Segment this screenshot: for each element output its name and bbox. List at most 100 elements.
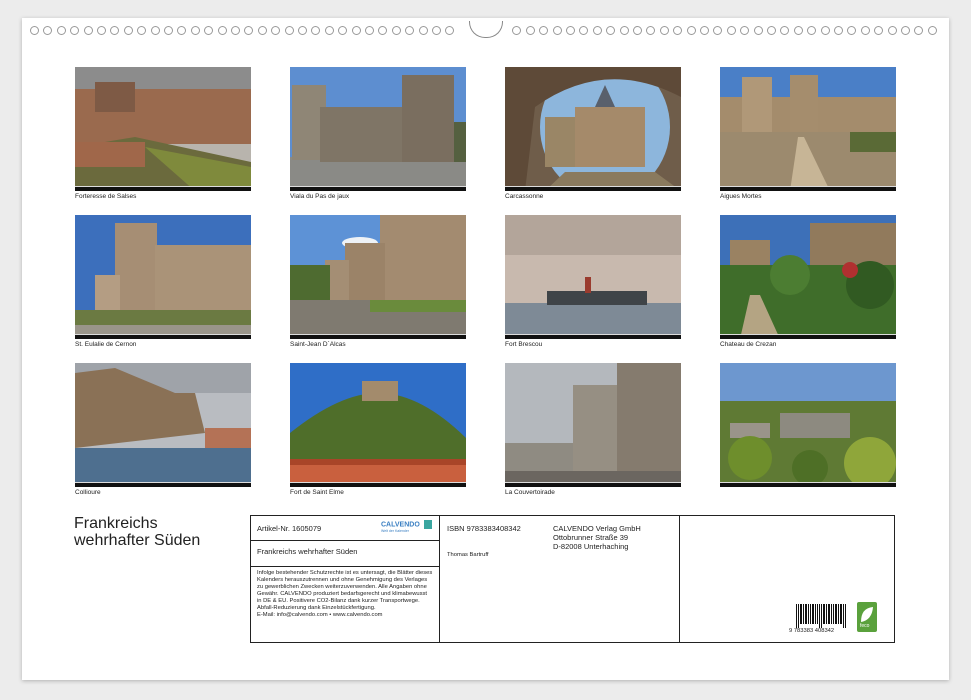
binding-hole	[231, 26, 240, 35]
binding-hole	[512, 26, 522, 35]
binding-hole	[726, 26, 736, 35]
binding-hole	[646, 26, 656, 35]
binding-hole	[83, 26, 93, 35]
binding-hole	[244, 26, 254, 35]
photo-caption: Fort de Saint Elme	[290, 489, 344, 496]
legal-notice: Infolge bestehender Schutzrechte ist es …	[257, 570, 433, 611]
binding-hole	[525, 26, 535, 35]
binding-hole	[257, 26, 267, 35]
binding-hole	[123, 26, 133, 35]
photo-caption: Fort Brescou	[505, 341, 543, 348]
publisher-info-box: Artikel-Nr. 1605079 CALVENDO Welt der Ka…	[250, 515, 895, 643]
binding-hole	[365, 26, 374, 35]
publisher-name: CALVENDO Verlag GmbH	[553, 524, 641, 533]
binding-hole	[713, 26, 723, 35]
calendar-title: Frankreichs wehrhafter Süden	[74, 515, 200, 549]
info-cell-article: Artikel-Nr. 1605079 CALVENDO Welt der Ka…	[251, 516, 440, 642]
binding-hole	[686, 26, 696, 35]
publisher-city: D-82008 Unterhaching	[553, 542, 629, 551]
title-line-2: wehrhafter Süden	[74, 532, 201, 549]
binding-hole	[271, 26, 281, 35]
photo-salses	[75, 67, 251, 191]
calvendo-logo-text: CALVENDO	[381, 521, 420, 529]
photo-caption: La Couvertoirade	[505, 489, 555, 496]
photo-viala	[290, 67, 466, 191]
binding-hole	[391, 26, 401, 35]
binding-hole	[110, 26, 120, 35]
binding-hole	[217, 26, 227, 35]
binding-hole	[579, 26, 589, 35]
isbn: ISBN 9783383408342	[447, 524, 521, 533]
binding-hole	[97, 26, 106, 35]
isbn-barcode	[796, 604, 846, 628]
photo-aigues-mortes	[720, 67, 896, 191]
binding-hole	[56, 26, 66, 35]
binding-hole	[298, 26, 307, 35]
binding-hole	[445, 26, 455, 35]
feco-label: feco	[860, 623, 870, 629]
binding-hole	[767, 26, 776, 35]
binding-hole	[780, 26, 790, 35]
binding-hole	[432, 26, 441, 35]
barcode-number: 9 783383 408342	[789, 628, 835, 634]
binding-hole	[539, 26, 549, 35]
publisher-address: CALVENDO Verlag GmbH Ottobrunner Straße …	[553, 524, 641, 551]
binding-hole	[311, 26, 321, 35]
binding-hole	[874, 26, 884, 35]
binding-hole	[378, 26, 388, 35]
binding-hole	[927, 26, 937, 35]
book-title: Frankreichs wehrhafter Süden	[257, 547, 358, 556]
binding-hole	[659, 26, 669, 35]
info-cell-publisher: ISBN 9783383408342 Thomas Bartruff CALVE…	[439, 516, 680, 642]
photo-caption: Viala du Pas de jaux	[290, 193, 350, 200]
divider	[251, 540, 439, 541]
binding-hole	[847, 26, 857, 35]
binding-hole	[834, 26, 843, 35]
binding-hole	[566, 26, 575, 35]
author: Thomas Bartruff	[447, 552, 489, 558]
binding-hole	[740, 26, 750, 35]
binding-hole	[70, 26, 80, 35]
binding-hole	[753, 26, 763, 35]
photo-caption: Forteresse de Salses	[75, 193, 137, 200]
publisher-street: Ottobrunner Straße 39	[553, 533, 629, 542]
photo-caption: Chateau de Crezan	[720, 341, 777, 348]
photo-caption: Collioure	[75, 489, 101, 496]
title-line-1: Frankreichs	[74, 515, 158, 532]
binding-hole	[150, 26, 160, 35]
binding-hole	[606, 26, 616, 35]
binding-hole	[592, 26, 602, 35]
binding-hole	[914, 26, 924, 35]
photo-caption: St. Eulalie de Cernon	[75, 341, 137, 348]
calvendo-logo-mark	[423, 520, 432, 529]
feco-leaf-icon: feco	[857, 602, 877, 632]
contact-email: E-Mail: info@calvendo.com • www.calvendo…	[257, 612, 383, 618]
calvendo-tagline: Welt der Kalender	[381, 529, 409, 533]
photo-collioure	[75, 363, 251, 487]
binding-hole	[860, 26, 870, 35]
binding-hole	[619, 26, 629, 35]
binding-hole	[30, 26, 39, 35]
calvendo-logo: CALVENDO Welt der Kalender	[381, 520, 432, 533]
photo-chateau-de-crezan	[720, 215, 896, 339]
binding-hole	[901, 26, 910, 35]
photo-carcassonne	[505, 67, 681, 191]
calendar-back-page: Forteresse de Salses Viala du Pas de jau…	[22, 18, 949, 680]
binding-hole	[177, 26, 187, 35]
binding-hole	[137, 26, 147, 35]
binding-hole	[284, 26, 294, 35]
divider	[251, 566, 439, 567]
binding-hole	[338, 26, 348, 35]
photo-la-couvertoirade	[505, 363, 681, 487]
binding-hole	[820, 26, 830, 35]
binding-hole	[190, 26, 200, 35]
binding-hole	[673, 26, 683, 35]
binding-hole	[405, 26, 415, 35]
binding-hole	[324, 26, 334, 35]
photo-fort-de-saint-elme	[290, 363, 466, 487]
binding-hole	[887, 26, 897, 35]
photo-sainte-eulalie	[75, 215, 251, 339]
binding-hole	[204, 26, 214, 35]
photo-caption: Saint-Jean D´Alcas	[290, 341, 346, 348]
binding-hole	[700, 26, 709, 35]
